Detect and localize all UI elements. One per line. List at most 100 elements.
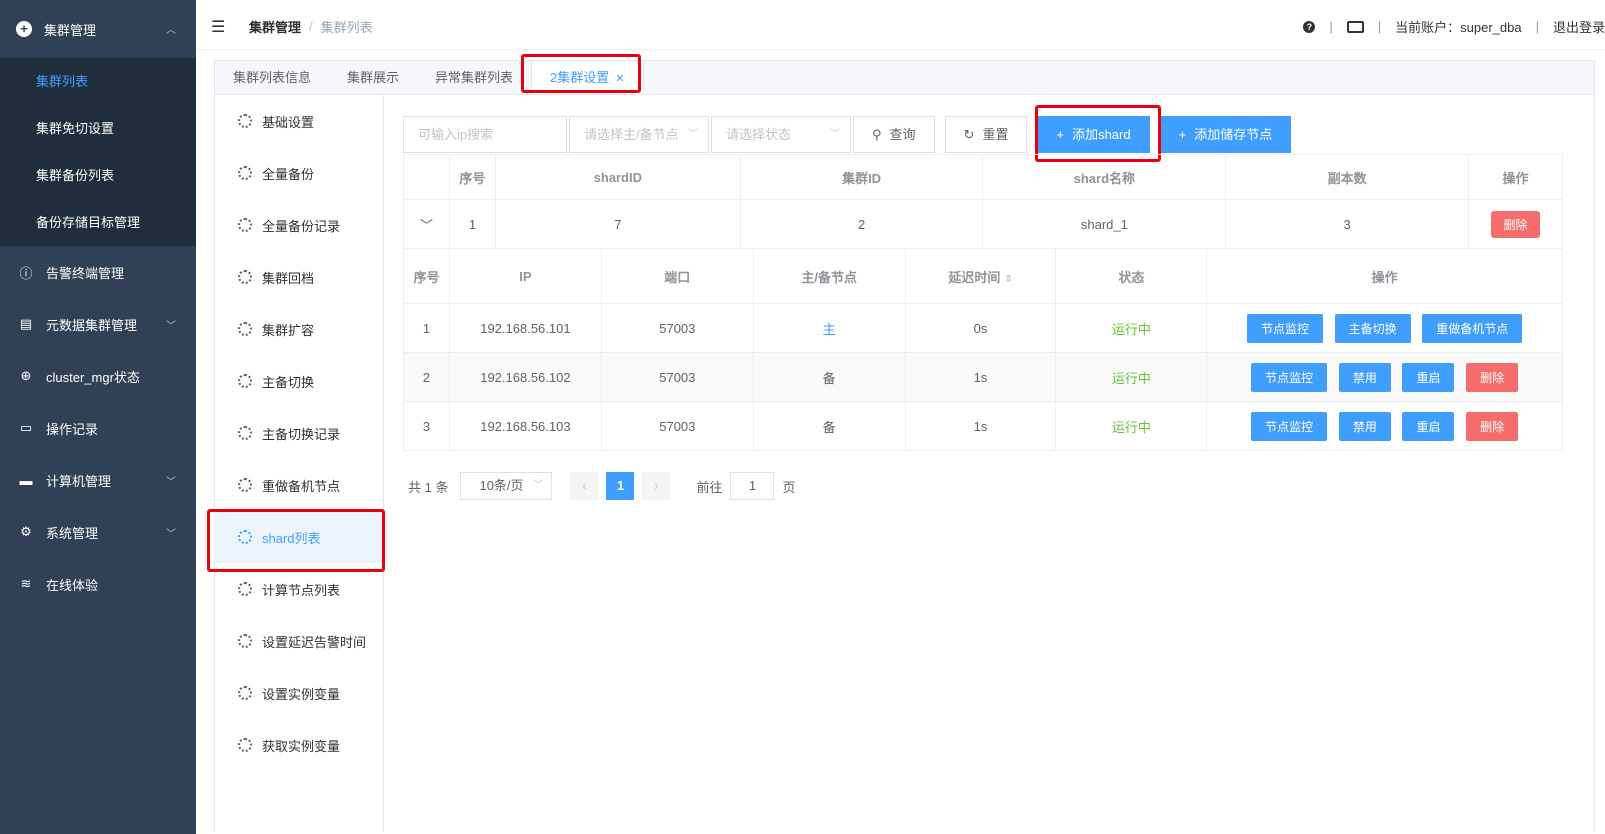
add-shard-button[interactable]: + 添加shard <box>1037 116 1150 153</box>
sidebar-item-cluster-management[interactable]: + 集群管理 ︿ <box>0 0 196 58</box>
delete-node-button[interactable]: 删除 <box>1466 362 1519 392</box>
prev-page-button[interactable]: ‹ <box>570 472 599 500</box>
disable-button[interactable]: 禁用 <box>1338 411 1391 441</box>
menu-rebuild-replica[interactable]: 重做备机节点 <box>214 459 383 511</box>
restart-button[interactable]: 重启 <box>1402 411 1455 441</box>
sidebar-item-label: 计算机管理 <box>46 473 112 489</box>
total-count: 共 1 条 <box>408 479 449 495</box>
node-monitor-button[interactable]: 节点监控 <box>1251 362 1328 392</box>
sidebar-item-metadata[interactable]: ▤ 元数据集群管理 ﹀ <box>0 298 196 350</box>
table-row: ﹀ 1 7 2 shard_1 3 删除 <box>403 199 1563 249</box>
sidebar-sub-cluster-backup[interactable]: 集群备份列表 <box>0 152 196 199</box>
state-select[interactable]: 请选择状态 ﹀ <box>711 116 851 153</box>
sidebar-item-cluster-mgr[interactable]: ⊕ cluster_mgr状态 <box>0 350 196 402</box>
actions-cell: 节点监控 禁用 重启 删除 <box>1206 352 1563 402</box>
role-select[interactable]: 请选择主/备节点 ﹀ <box>569 116 709 153</box>
menu-full-backup-records[interactable]: 全量备份记录 <box>214 199 383 251</box>
table-cell: 3 <box>1225 199 1469 249</box>
next-page-button[interactable]: › <box>642 472 671 500</box>
delete-shard-button[interactable]: 删除 <box>1491 210 1540 238</box>
menu-shard-list[interactable]: shard列表 <box>214 511 383 563</box>
header-cell: IP <box>448 248 602 304</box>
table-cell: 7 <box>494 199 741 249</box>
reset-button[interactable]: ↻ 重置 <box>944 116 1028 153</box>
tab-cluster-list-info[interactable]: 集群列表信息 <box>215 61 329 94</box>
node-monitor-button[interactable]: 节点监控 <box>1246 313 1323 343</box>
sidebar-sub-cluster-nofailover[interactable]: 集群免切设置 <box>0 105 196 152</box>
menu-label: 全量备份 <box>262 166 315 182</box>
menu-label: 计算节点列表 <box>262 582 341 598</box>
sort-icon[interactable]: ⇕ <box>1004 274 1012 285</box>
query-button[interactable]: ⚲ 查询 <box>853 116 935 153</box>
table-cell: 备 <box>752 401 906 451</box>
chevron-down-icon[interactable]: ﹀ <box>420 218 433 233</box>
table-cell: 192.168.56.102 <box>448 352 602 402</box>
sidebar-item-alert[interactable]: ⓘ 告警终端管理 <box>0 246 196 298</box>
header-cell: shardID <box>494 154 741 200</box>
menu-label: 集群回档 <box>262 270 315 286</box>
goto-label: 前往 <box>696 479 723 495</box>
status-icon: ⊕ <box>20 368 32 383</box>
tab-cluster-settings[interactable]: 2集群设置 ✕ <box>531 61 644 94</box>
sidebar-sub-backup-storage[interactable]: 备份存储目标管理 <box>0 199 196 246</box>
record-icon: ▭ <box>19 420 33 435</box>
pagination: 共 1 条 10条/页 ﹀ ‹ 1 › 前往 1 页 <box>408 472 796 500</box>
ip-search-input[interactable]: 可输入ip搜索 <box>403 116 567 153</box>
table-cell: 192.168.56.103 <box>448 401 602 451</box>
menu-delay-alert-time[interactable]: 设置延迟告警时间 <box>214 615 383 667</box>
page-number[interactable]: 1 <box>606 472 635 500</box>
page-unit: 页 <box>782 479 796 495</box>
sidebar-sub-cluster-list[interactable]: 集群列表 <box>0 58 196 105</box>
header-cell: shard名称 <box>982 154 1227 200</box>
settings-menu: 基础设置 全量备份 全量备份记录 集群回档 集群扩容 主备切换 主备切换记录 重… <box>214 95 384 832</box>
restart-button[interactable]: 重启 <box>1402 362 1455 392</box>
reset-label: 重置 <box>982 127 1009 142</box>
gear-icon <box>238 686 252 700</box>
logout-link[interactable]: 退出登录 <box>1553 17 1605 36</box>
table-cell: 2 <box>403 352 450 402</box>
menu-full-backup[interactable]: 全量备份 <box>214 147 383 199</box>
topbar-right: ? | | 当前账户：super_dba | 退出登录 <box>1303 17 1605 36</box>
shard-table: 序号 shardID 集群ID shard名称 副本数 操作 ﹀ 1 7 2 s… <box>403 154 1563 249</box>
sidebar-item-records[interactable]: ▭ 操作记录 <box>0 402 196 454</box>
delete-node-button[interactable]: 删除 <box>1466 411 1519 441</box>
node-monitor-button[interactable]: 节点监控 <box>1251 411 1328 441</box>
table-cell: 1 <box>403 303 450 353</box>
sidebar-item-online[interactable]: ≋ 在线体验 <box>0 558 196 610</box>
sidebar-item-system[interactable]: ⚙ 系统管理 ﹀ <box>0 506 196 558</box>
menu-basic-settings[interactable]: 基础设置 <box>214 95 383 147</box>
menu-cluster-rollback[interactable]: 集群回档 <box>214 251 383 303</box>
table-cell: shard_1 <box>982 199 1227 249</box>
header-cell[interactable]: 延迟时间 ⇕ <box>904 248 1057 304</box>
sidebar-item-computer[interactable]: ▬ 计算机管理 ﹀ <box>0 454 196 506</box>
menu-failover-records[interactable]: 主备切换记录 <box>214 407 383 459</box>
disable-button[interactable]: 禁用 <box>1338 362 1391 392</box>
goto-page-input[interactable]: 1 <box>730 472 775 500</box>
monitor-icon[interactable] <box>1346 20 1364 33</box>
menu-toggle-icon[interactable]: ☰ <box>211 17 227 37</box>
tab-cluster-display[interactable]: 集群展示 <box>329 61 417 94</box>
sidebar: + 集群管理 ︿ 集群列表 集群免切设置 集群备份列表 备份存储目标管理 ⓘ 告… <box>0 0 196 834</box>
help-icon[interactable]: ? <box>1303 20 1316 33</box>
tab-abnormal-cluster[interactable]: 异常集群列表 <box>417 61 531 94</box>
table-row: 1 192.168.56.101 57003 主 0s 运行中 节点监控 主备切… <box>403 303 1563 353</box>
header-cell: 端口 <box>600 248 754 304</box>
gear-icon <box>238 114 252 128</box>
menu-get-instance-var[interactable]: 获取实例变量 <box>214 719 383 771</box>
query-label: 查询 <box>889 127 916 142</box>
add-storage-node-button[interactable]: + 添加储存节点 <box>1159 116 1292 153</box>
gear-icon <box>238 426 252 440</box>
sidebar-item-label: 操作记录 <box>46 421 99 437</box>
menu-cluster-expand[interactable]: 集群扩容 <box>214 303 383 355</box>
rebuild-replica-button[interactable]: 重做备机节点 <box>1422 313 1523 343</box>
breadcrumb-root[interactable]: 集群管理 <box>249 17 301 36</box>
close-icon[interactable]: ✕ <box>615 73 624 85</box>
failover-button[interactable]: 主备切换 <box>1334 313 1411 343</box>
page-size-select[interactable]: 10条/页 ﹀ <box>460 472 553 500</box>
menu-compute-node-list[interactable]: 计算节点列表 <box>214 563 383 615</box>
menu-set-instance-var[interactable]: 设置实例变量 <box>214 667 383 719</box>
menu-failover[interactable]: 主备切换 <box>214 355 383 407</box>
menu-label: 主备切换 <box>262 374 315 390</box>
header-cell: 序号 <box>448 154 496 200</box>
header-cell: 状态 <box>1055 248 1208 304</box>
